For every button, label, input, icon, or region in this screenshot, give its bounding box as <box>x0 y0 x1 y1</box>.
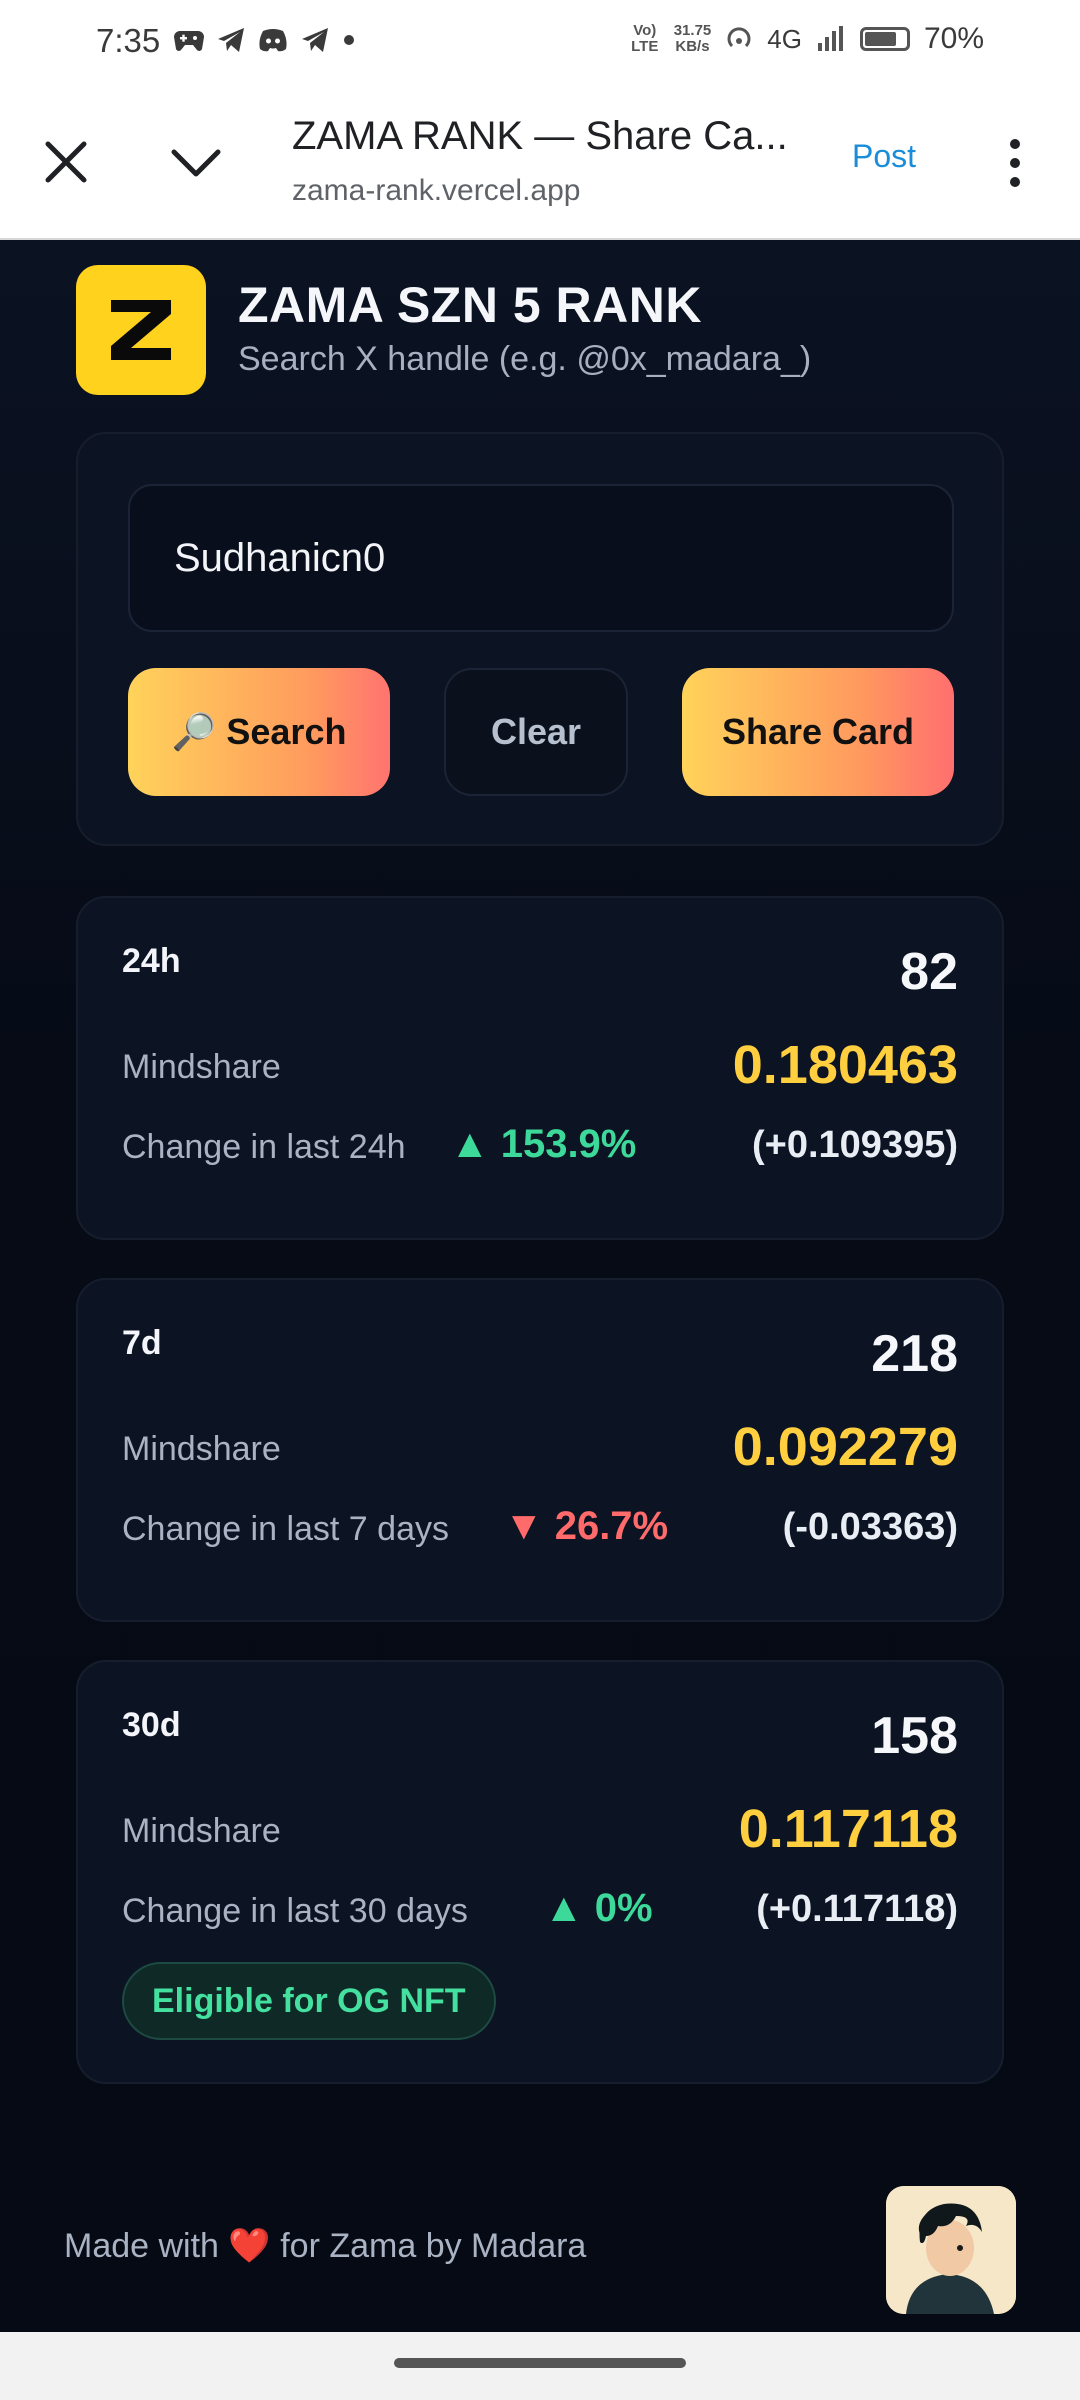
mindshare-label: Mindshare <box>122 1430 281 1468</box>
hotspot-icon <box>727 27 751 48</box>
anime-avatar-icon <box>886 2186 1016 2314</box>
mindshare-label: Mindshare <box>122 1048 281 1086</box>
change-absolute: (-0.03363) <box>782 1506 958 1548</box>
system-nav-bar <box>0 2332 1080 2400</box>
stat-card-24h: 24h 82 Mindshare 0.180463 Change in last… <box>76 896 1004 1240</box>
heart-icon: ❤️ <box>228 2227 271 2265</box>
og-nft-badge: Eligible for OG NFT <box>122 1962 496 2040</box>
stat-card-7d: 7d 218 Mindshare 0.092279 Change in last… <box>76 1278 1004 1622</box>
signal-icon <box>817 26 843 51</box>
change-percent: ▲ 153.9% <box>450 1122 637 1166</box>
change-percent: ▲ 0% <box>544 1886 653 1930</box>
avatar[interactable] <box>886 2186 1016 2314</box>
period-label: 7d <box>122 1324 162 1362</box>
mindshare-label: Mindshare <box>122 1812 281 1850</box>
footer-text: Made with ❤️ for Zama by Madara <box>64 2226 586 2266</box>
app-subtitle: Search X handle (e.g. @0x_madara_) <box>238 340 812 378</box>
battery-icon <box>859 27 910 51</box>
search-button[interactable]: 🔎 Search <box>128 668 390 796</box>
footer-suffix: for Zama by Madara <box>280 2227 587 2265</box>
period-label: 30d <box>122 1706 181 1744</box>
home-gesture-handle[interactable] <box>394 2358 686 2368</box>
notification-icons <box>174 26 356 54</box>
change-label: Change in last 30 days <box>122 1892 468 1930</box>
zama-logo-icon <box>111 300 171 360</box>
status-time: 7:35 <box>96 22 161 59</box>
telegram-icon <box>302 28 328 52</box>
browser-toolbar: ZAMA RANK — Share Ca... zama-rank.vercel… <box>0 86 1080 240</box>
battery-level: 70% <box>923 22 984 55</box>
change-label: Change in last 7 days <box>122 1510 449 1548</box>
change-label: Change in last 24h <box>122 1128 406 1166</box>
rank-value: 82 <box>900 943 958 1001</box>
net-speed-value: 31.75 <box>673 22 712 39</box>
close-icon[interactable] <box>40 136 92 188</box>
game-controller-icon <box>174 31 204 51</box>
volte-indicator: Vo) LTE <box>631 22 659 55</box>
search-input[interactable]: Sudhanicn0 <box>128 484 954 632</box>
stat-card-30d: 30d 158 Mindshare 0.117118 Change in las… <box>76 1660 1004 2084</box>
status-bar: 7:35 Vo) LTE 31.75 KB/s 4G 70% <box>0 0 1080 86</box>
mindshare-value: 0.092279 <box>732 1417 958 1477</box>
post-button[interactable]: Post <box>852 138 916 175</box>
footer-prefix: Made with <box>64 2227 219 2265</box>
change-percent: ▼ 26.7% <box>504 1504 669 1548</box>
status-right: Vo) LTE 31.75 KB/s 4G 70% <box>630 22 984 56</box>
rank-value: 158 <box>871 1707 958 1765</box>
net-speed: 31.75 KB/s <box>674 23 712 55</box>
chevron-down-icon[interactable] <box>168 136 224 188</box>
app-title: ZAMA SZN 5 RANK <box>238 277 702 333</box>
search-card: Sudhanicn0 🔎 Search Clear Share Card <box>76 432 1004 846</box>
share-card-button[interactable]: Share Card <box>682 668 954 796</box>
page-url: zama-rank.vercel.app <box>292 174 581 207</box>
change-absolute: (+0.117118) <box>756 1888 958 1930</box>
dot-icon <box>344 35 354 45</box>
app-logo <box>76 265 206 395</box>
telegram-icon <box>218 28 244 52</box>
more-options-icon[interactable] <box>1000 136 1030 190</box>
rank-value: 218 <box>871 1325 958 1383</box>
network-type: 4G <box>767 23 802 54</box>
period-label: 24h <box>122 942 181 980</box>
change-absolute: (+0.109395) <box>752 1124 958 1166</box>
clear-button[interactable]: Clear <box>444 668 628 796</box>
page-title: ZAMA RANK — Share Ca... <box>292 114 788 158</box>
mindshare-value: 0.117118 <box>738 1799 958 1859</box>
mindshare-value: 0.180463 <box>732 1035 958 1095</box>
net-speed-unit: KB/s <box>675 38 710 55</box>
discord-icon <box>259 29 287 52</box>
